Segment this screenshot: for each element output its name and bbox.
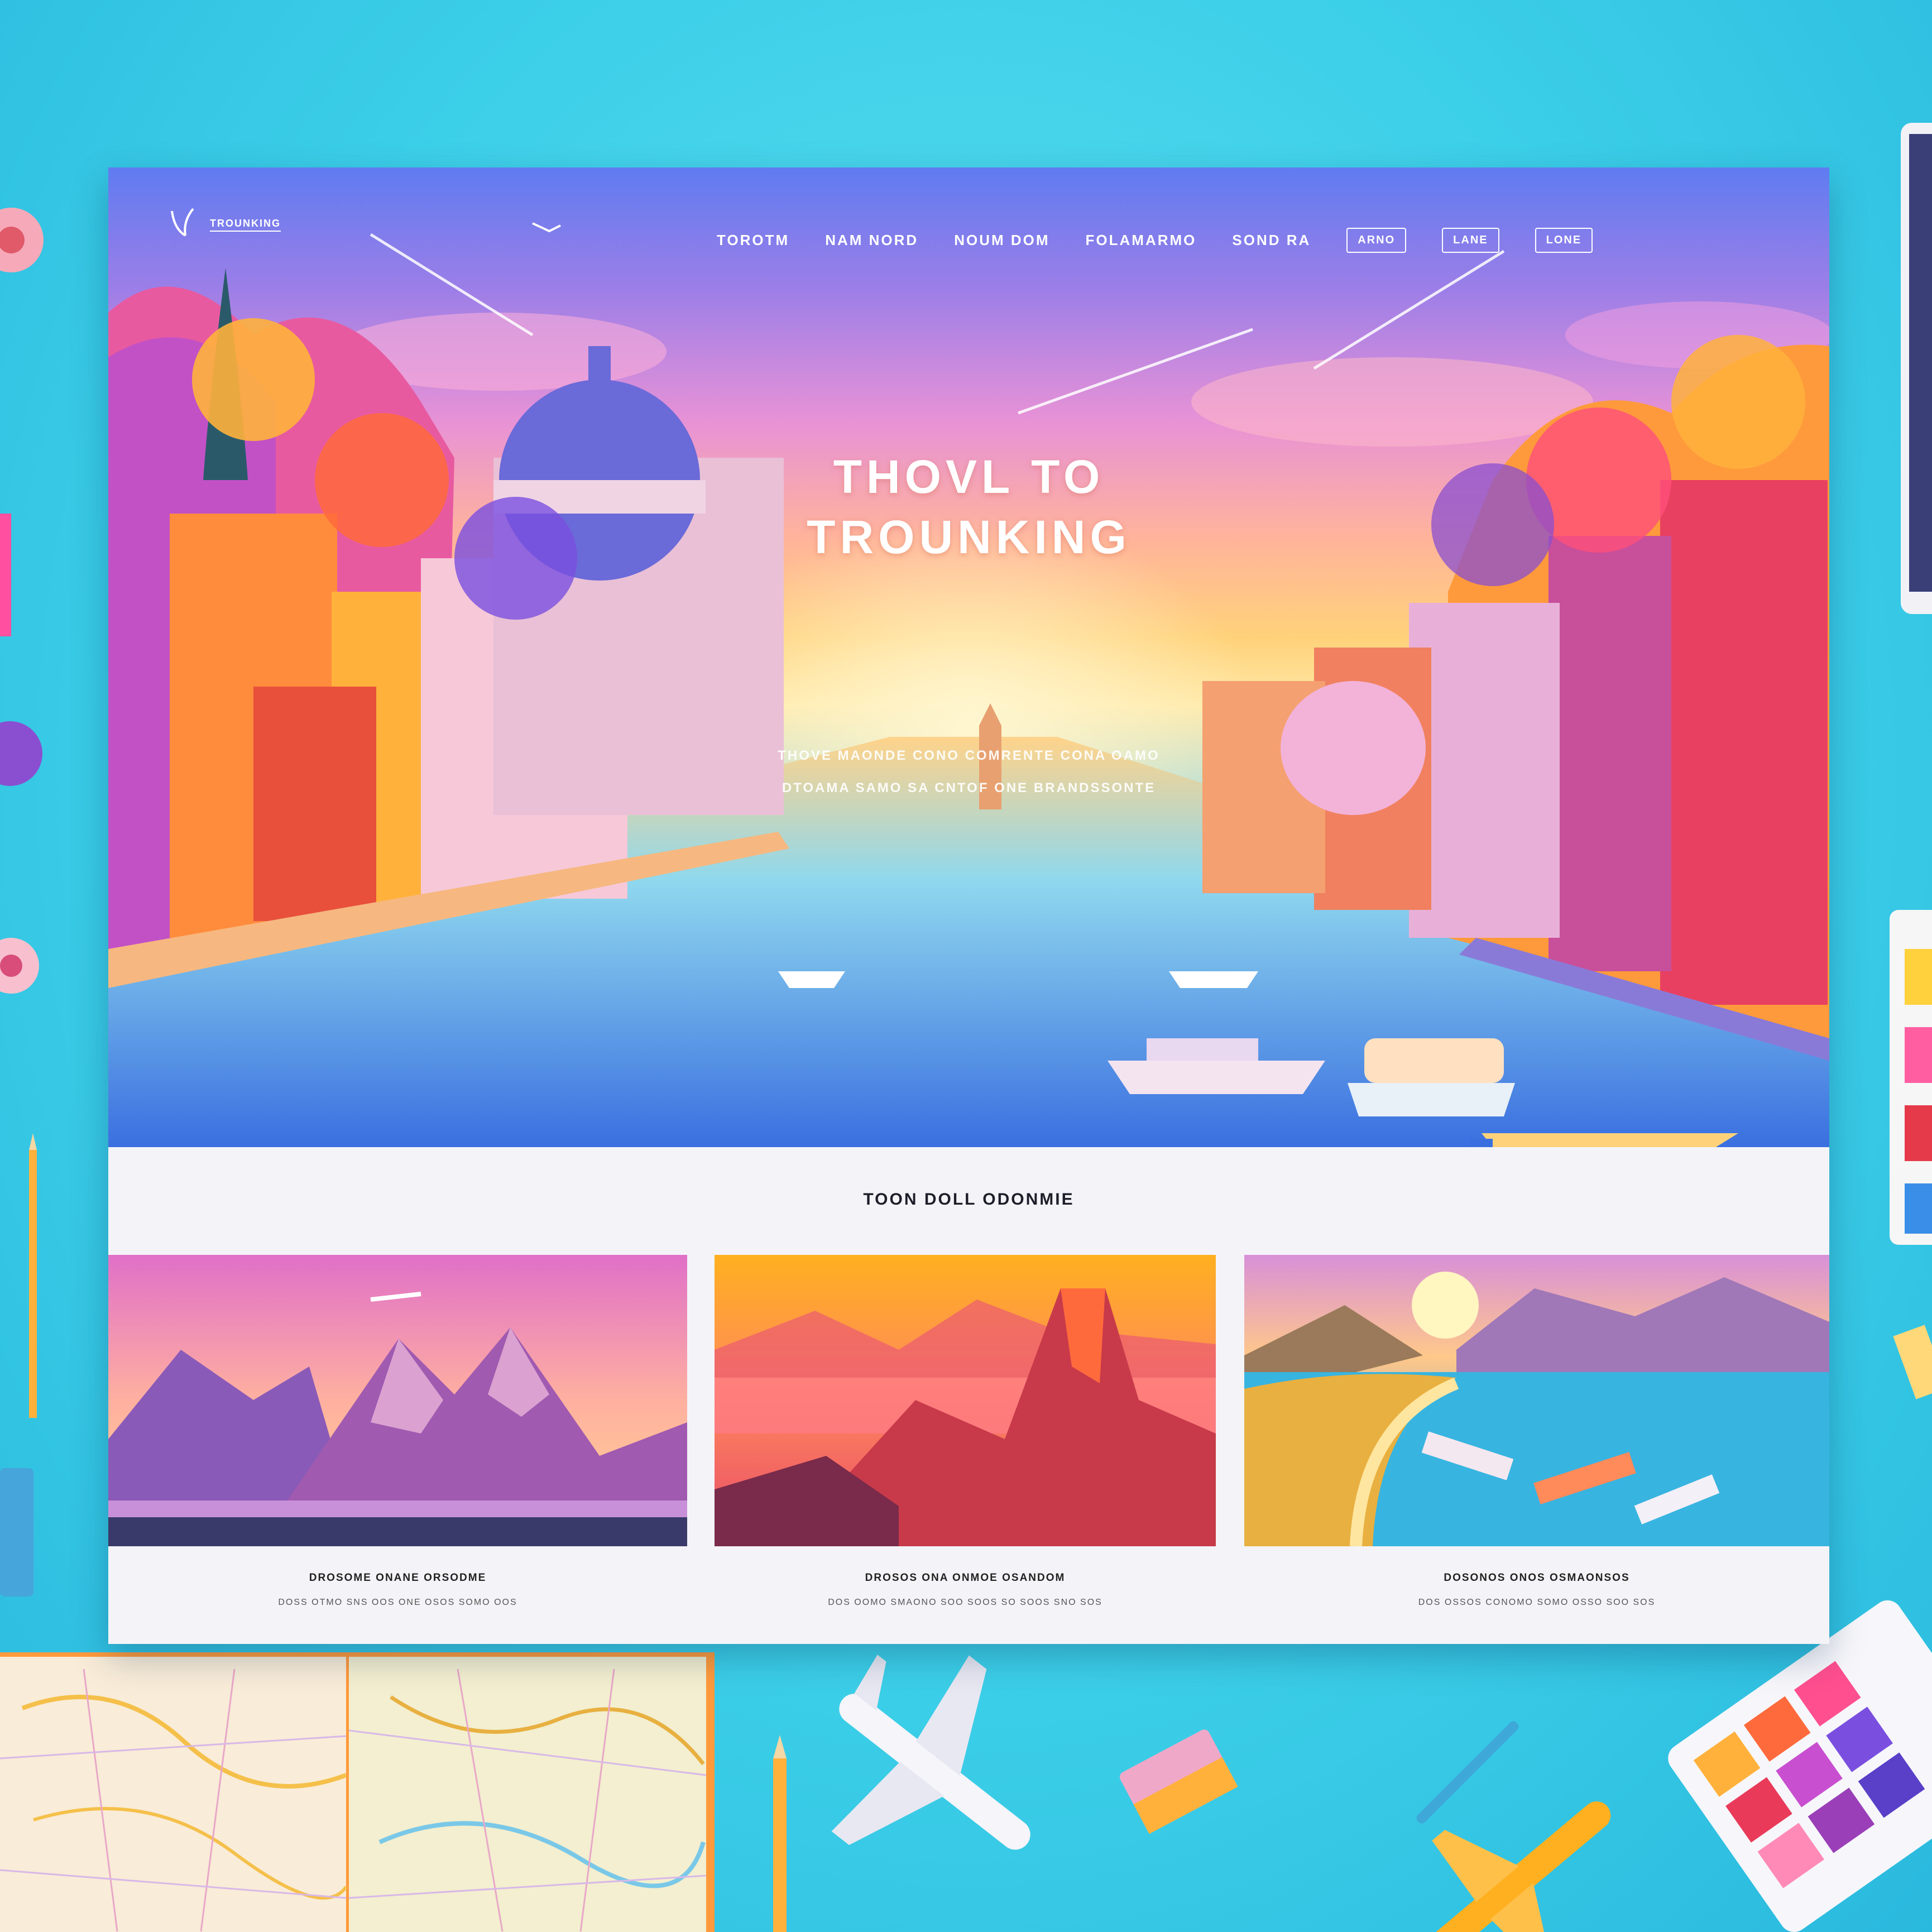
binder-clip-icon	[0, 1468, 33, 1597]
tablet-screen	[1909, 134, 1932, 592]
nav-link-3[interactable]: NOUM DOM	[954, 232, 1049, 249]
site-logo[interactable]: TROUNKING	[169, 207, 281, 242]
swatch-pink	[1905, 1027, 1932, 1083]
airplane-icon	[831, 1655, 1030, 1850]
color-palette-icon	[1668, 1600, 1932, 1932]
red-canyon-image	[715, 1255, 1216, 1546]
eraser-icon	[1119, 1729, 1238, 1834]
main-nav: TOROTM NAM NORD NOUM DOM FOLAMARMO SOND …	[717, 228, 1593, 253]
map-book-icon	[0, 1652, 715, 1932]
nav-link-2[interactable]: NAM NORD	[825, 232, 918, 249]
card-3-title: DOSONOS ONOS OSMAONSOS	[1444, 1572, 1630, 1584]
yellow-note-icon	[1893, 1325, 1932, 1399]
nav-button-2[interactable]: LANE	[1442, 228, 1499, 253]
lake-shore-image	[1244, 1255, 1829, 1546]
nav-button-3[interactable]: LONE	[1535, 228, 1593, 253]
card-1-image[interactable]	[108, 1255, 687, 1546]
hero-title-line-1: THOVL TO	[833, 450, 1105, 503]
hero-section: TROUNKING TOROTM NAM NORD NOUM DOM FOLAM…	[108, 167, 1829, 1147]
venice-canal-illustration	[108, 222, 1829, 1147]
card-1-text: DOSS OTMO SNS OOS ONE OSOS SOMO OOS	[278, 1598, 517, 1607]
hero-title-line-2: TROUNKING	[807, 511, 1131, 563]
pink-clip-icon	[0, 514, 11, 636]
nav-link-4[interactable]: FOLAMARMO	[1086, 232, 1197, 249]
pencil-icon	[773, 1735, 787, 1932]
card-3-text: DOS OSSOS CONOMO SOMO OSSO SOO SOS	[1418, 1598, 1656, 1607]
purple-flower-icon	[0, 721, 42, 786]
website-mockup: TROUNKING TOROTM NAM NORD NOUM DOM FOLAM…	[108, 167, 1829, 1644]
pen-icon	[1416, 1721, 1519, 1824]
hero-subtitle-line-2: DTOAMA SAMO SA CNTOF ONE BRANDSSONTE	[782, 780, 1156, 795]
logo-mark-icon	[171, 208, 194, 237]
nav-link-5[interactable]: SOND RA	[1232, 232, 1311, 249]
swatch-blue	[1905, 1183, 1932, 1234]
yellow-airplane-icon	[1411, 1801, 1611, 1932]
hero-title: THOVL TO TROUNKING	[108, 447, 1829, 567]
swatch-red	[1905, 1105, 1932, 1161]
card-2-title: DROSOS ONA ONMOE OSANDOM	[865, 1572, 1066, 1584]
pencil-icon	[29, 1133, 37, 1418]
nav-button-1[interactable]: ARNO	[1346, 228, 1407, 253]
nav-link-1[interactable]: TOROTM	[717, 232, 789, 249]
hero-subtitle-line-1: THOVE MAONDE CONO COMRENTE CONA OAMO	[778, 748, 1160, 763]
card-2-text: DOS OOMO SMAONO SOO SOOS SO SOOS SNO SOS	[828, 1598, 1102, 1607]
logo-text: TROUNKING	[210, 218, 281, 232]
card-1-title: DROSOME ONANE ORSODME	[309, 1572, 487, 1584]
section-title: TOON DOLL ODONMIE	[863, 1190, 1075, 1209]
card-3-image[interactable]	[1244, 1255, 1829, 1546]
mountains-image	[108, 1255, 687, 1546]
card-2-image[interactable]	[715, 1255, 1216, 1546]
swatch-yellow	[1905, 949, 1932, 1005]
